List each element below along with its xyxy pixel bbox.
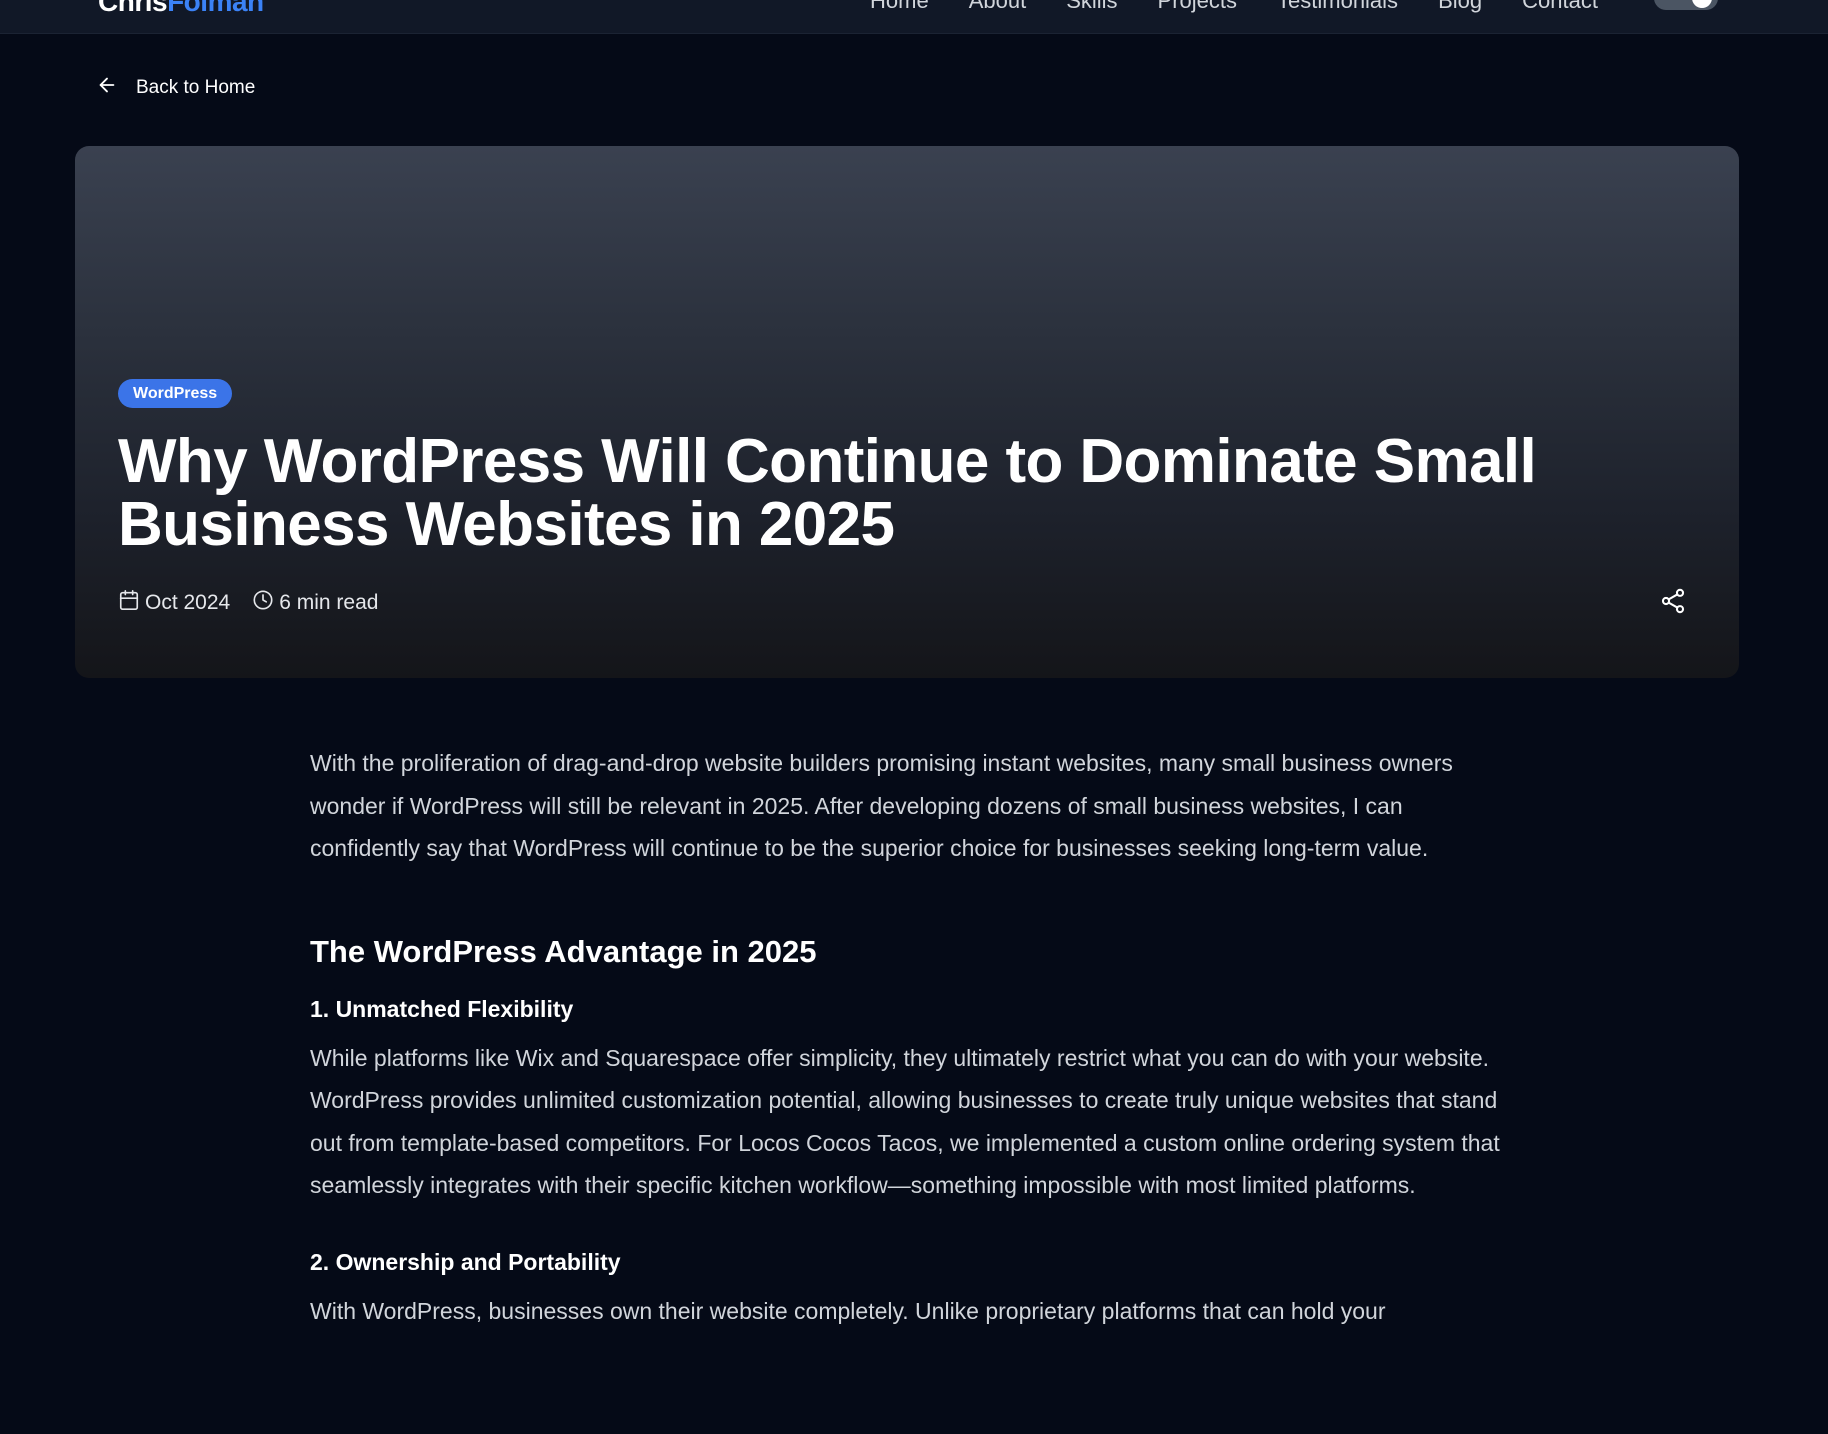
nav-link-home[interactable]: Home: [870, 0, 929, 14]
share-icon: [1659, 588, 1687, 619]
calendar-icon: [118, 589, 140, 617]
point-2-heading: 2. Ownership and Portability: [310, 1248, 621, 1275]
nav-link-projects[interactable]: Projects: [1158, 0, 1237, 14]
site-logo[interactable]: ChrisFolman: [98, 0, 264, 18]
top-nav-bar: ChrisFolman Home About Skills Projects T…: [0, 0, 1828, 34]
post-date-text: Oct 2024: [145, 591, 231, 614]
post-read-time-text: 6 min read: [279, 591, 379, 614]
share-button[interactable]: [1659, 587, 1687, 615]
article-body: With the proliferation of drag-and-drop …: [310, 742, 1510, 1332]
back-to-home-label: Back to Home: [136, 77, 256, 98]
category-badge[interactable]: WordPress: [118, 379, 233, 408]
logo-first-name: Chris: [98, 0, 168, 17]
nav-link-blog[interactable]: Blog: [1438, 0, 1482, 14]
section-heading: The WordPress Advantage in 2025: [310, 933, 817, 969]
post-read-time: 6 min read: [252, 589, 378, 617]
theme-toggle[interactable]: [1654, 0, 1718, 10]
logo-last-name: Folman: [167, 0, 264, 17]
main-nav: Home About Skills Projects Testimonials …: [870, 0, 1598, 14]
back-to-home-link[interactable]: Back to Home: [96, 74, 255, 102]
post-hero: WordPress Why WordPress Will Continue to…: [75, 146, 1739, 678]
point-1-text: While platforms like Wix and Squarespace…: [310, 1044, 1500, 1199]
nav-link-about[interactable]: About: [969, 0, 1027, 14]
clock-icon: [252, 589, 274, 617]
nav-link-contact[interactable]: Contact: [1522, 0, 1598, 14]
arrow-left-icon: [96, 74, 118, 102]
article-intro: With the proliferation of drag-and-drop …: [310, 750, 1453, 861]
point-1-heading: 1. Unmatched Flexibility: [310, 995, 574, 1022]
nav-link-testimonials[interactable]: Testimonials: [1277, 0, 1398, 14]
theme-toggle-knob: [1692, 0, 1712, 8]
point-2-text: With WordPress, businesses own their web…: [310, 1297, 1386, 1324]
post-title: Why WordPress Will Continue to Dominate …: [118, 427, 1537, 559]
nav-link-skills[interactable]: Skills: [1066, 0, 1117, 14]
post-date: Oct 2024: [118, 589, 230, 617]
post-meta: Oct 2024 6 min read: [118, 589, 378, 617]
